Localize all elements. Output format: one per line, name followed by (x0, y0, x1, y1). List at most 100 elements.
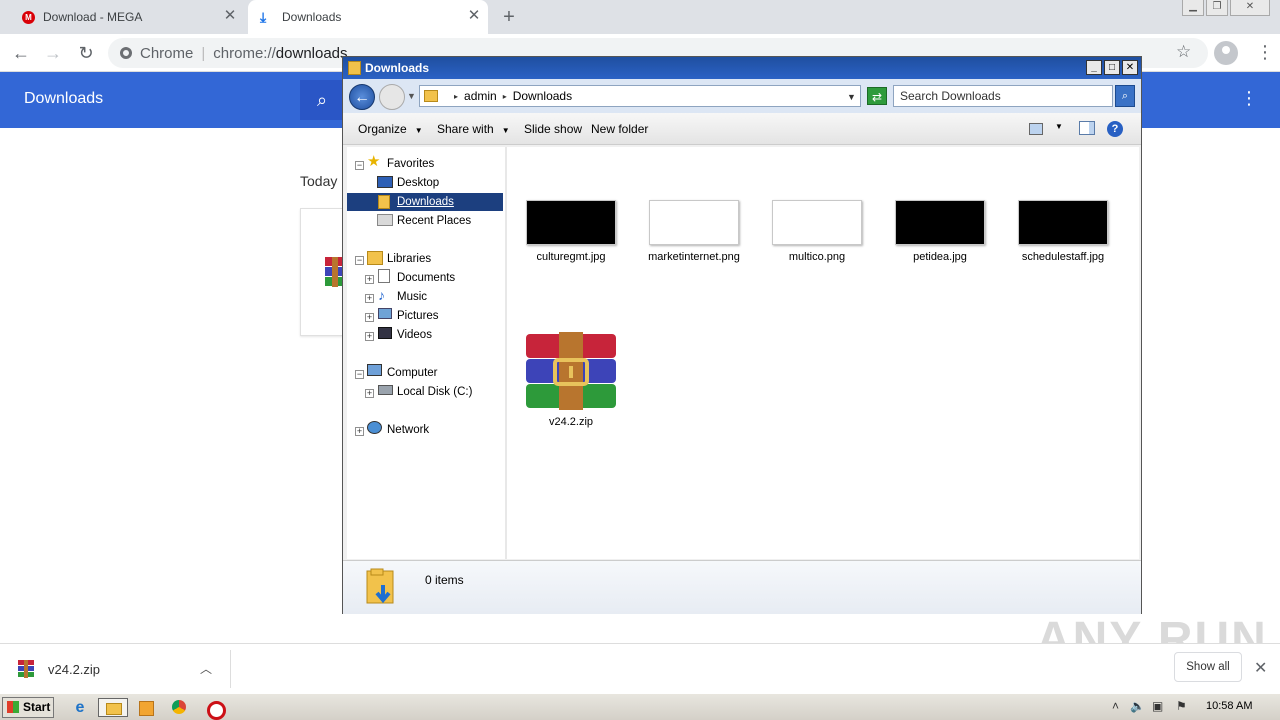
documents-icon (378, 269, 390, 283)
search-icon[interactable]: ⌕ (1115, 85, 1135, 107)
expand-icon[interactable]: + (365, 294, 374, 303)
close-icon[interactable]: ✕ (222, 8, 238, 24)
mega-icon: M (22, 10, 35, 24)
expand-icon[interactable]: + (365, 275, 374, 284)
start-button[interactable]: Start (2, 697, 54, 718)
image-thumbnail (1018, 200, 1108, 245)
forward-button[interactable] (379, 84, 405, 110)
internet-explorer-icon[interactable]: e (70, 698, 90, 717)
collapse-icon[interactable]: − (355, 161, 364, 170)
tab-title: Download - MEGA (43, 10, 143, 24)
nav-desktop[interactable]: Desktop (397, 174, 439, 192)
window-close-button[interactable]: ✕ (1230, 0, 1270, 16)
minimize-button[interactable]: _ (1086, 60, 1102, 75)
restore-button[interactable]: ❐ (1206, 0, 1228, 16)
view-icon[interactable] (1029, 123, 1043, 135)
nav-downloads[interactable]: Downloads (347, 193, 503, 211)
image-thumbnail (772, 200, 862, 245)
nav-computer[interactable]: Computer (387, 364, 438, 382)
winrar-icon (18, 660, 34, 678)
nav-libraries[interactable]: Libraries (387, 250, 431, 268)
share-with-button[interactable]: Share with ▼ (437, 122, 510, 136)
nav-videos[interactable]: Videos (397, 326, 432, 344)
close-icon[interactable]: ✕ (466, 8, 482, 24)
action-center-flag-icon[interactable]: ⚑ (1176, 699, 1187, 713)
breadcrumb-item[interactable]: Downloads (513, 89, 572, 103)
chrome-taskbar-icon[interactable] (170, 698, 190, 717)
shelf-download-item[interactable]: v24.2.zip ︿ (18, 658, 228, 682)
slide-show-button[interactable]: Slide show (524, 122, 582, 136)
forward-button[interactable]: → (42, 42, 64, 64)
chevron-up-icon[interactable]: ︿ (200, 660, 212, 677)
preview-pane-icon[interactable] (1079, 121, 1095, 135)
search-input[interactable]: Search Downloads (893, 85, 1113, 107)
nav-documents[interactable]: Documents (397, 269, 455, 287)
file-item[interactable]: petidea.jpg (884, 200, 996, 263)
minimize-button[interactable]: ▁ (1182, 0, 1204, 16)
desktop-icon (377, 176, 393, 188)
file-item[interactable]: culturegmt.jpg (515, 200, 627, 263)
back-button[interactable]: ← (10, 42, 32, 64)
url-text: chrome://downloads (213, 44, 348, 62)
history-dropdown-icon[interactable]: ▼ (407, 91, 416, 101)
expand-icon[interactable]: + (365, 313, 374, 322)
search-icon[interactable]: ⌕ (300, 80, 344, 120)
close-icon[interactable]: ✕ (1254, 658, 1267, 678)
system-tray: ˄ 🔈 ▣ ⚑ 10:58 AM (1104, 696, 1278, 718)
help-icon[interactable]: ? (1107, 121, 1123, 137)
address-dropdown-icon[interactable]: ▼ (847, 92, 856, 102)
opera-icon[interactable] (204, 698, 226, 720)
refresh-icon[interactable]: ⇄ (867, 87, 887, 105)
collapse-icon[interactable]: − (355, 370, 364, 379)
bookmark-star-icon[interactable]: ☆ (1176, 42, 1191, 62)
tab-downloads[interactable]: ⤓ Downloads ✕ (248, 0, 488, 34)
show-all-button[interactable]: Show all (1174, 652, 1242, 682)
nav-network[interactable]: Network (387, 421, 429, 439)
expand-icon[interactable]: + (355, 427, 364, 436)
nav-pictures[interactable]: Pictures (397, 307, 439, 325)
new-folder-button[interactable]: New folder (591, 122, 648, 136)
pictures-icon (378, 308, 392, 319)
show-hidden-icons-icon[interactable]: ˄ (1112, 699, 1119, 713)
explorer-address-row: ← ▼ ▸ admin ▸ Downloads ▼ ⇄ Search Downl… (343, 79, 1141, 113)
expand-icon[interactable]: + (365, 332, 374, 341)
download-icon: ⤓ (260, 9, 267, 25)
image-thumbnail (895, 200, 985, 245)
file-item[interactable]: schedulestaff.jpg (1007, 200, 1119, 263)
close-button[interactable]: ✕ (1122, 60, 1138, 75)
tab-strip: M Download - MEGA ✕ ⤓ Downloads ✕ + ▁ ❐ … (0, 0, 1280, 34)
volume-icon[interactable]: 🔈 (1130, 699, 1145, 713)
file-name: marketinternet.png (648, 251, 740, 263)
network-icon (367, 421, 382, 434)
media-player-icon[interactable] (136, 698, 156, 717)
profile-avatar[interactable] (1214, 41, 1238, 65)
nav-music[interactable]: Music (397, 288, 427, 306)
new-tab-button[interactable]: + (498, 6, 520, 28)
file-name: multico.png (788, 251, 846, 263)
tab-mega[interactable]: M Download - MEGA ✕ (12, 0, 244, 34)
chrome-menu-icon[interactable]: ⋮ (1256, 42, 1274, 63)
window-controls: ▁ ❐ ✕ (1180, 0, 1270, 16)
more-menu-icon[interactable]: ⋮ (1240, 88, 1258, 109)
file-item[interactable]: v24.2.zip (515, 332, 627, 428)
back-button[interactable]: ← (349, 84, 375, 110)
explorer-taskbar-icon[interactable] (98, 698, 128, 717)
breadcrumb[interactable]: ▸ admin ▸ Downloads (419, 85, 861, 107)
maximize-button[interactable]: □ (1104, 60, 1120, 75)
organize-button[interactable]: Organize ▼ (358, 122, 423, 136)
network-icon[interactable]: ▣ (1152, 699, 1163, 713)
view-dropdown-icon[interactable]: ▼ (1055, 122, 1063, 131)
file-item[interactable]: multico.png (761, 200, 873, 263)
nav-recent-places[interactable]: Recent Places (397, 212, 471, 230)
nav-favorites[interactable]: Favorites (387, 155, 434, 173)
nav-local-disk[interactable]: Local Disk (C:) (397, 383, 472, 401)
collapse-icon[interactable]: − (355, 256, 364, 265)
reload-button[interactable]: ↻ (75, 42, 97, 64)
folder-icon (348, 61, 361, 75)
explorer-titlebar[interactable]: Downloads _ □ ✕ (343, 57, 1141, 79)
download-file-name: v24.2.zip (48, 662, 101, 677)
file-item[interactable]: marketinternet.png (638, 200, 750, 263)
expand-icon[interactable]: + (365, 389, 374, 398)
chrome-icon (120, 47, 132, 59)
breadcrumb-item[interactable]: admin (464, 89, 497, 103)
